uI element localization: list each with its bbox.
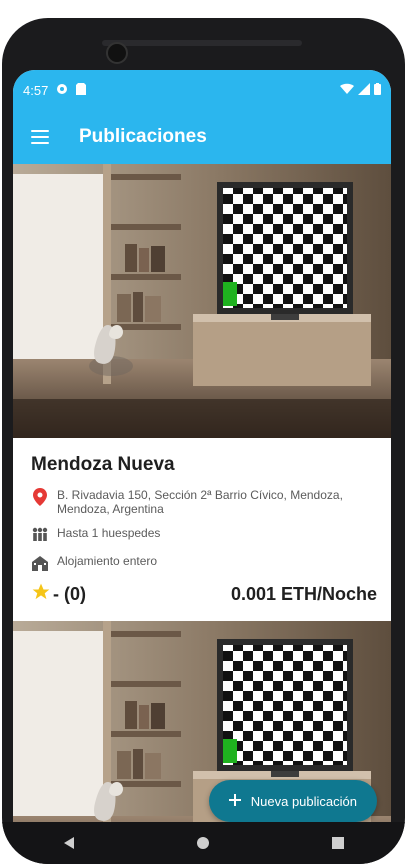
app-bar: Publicaciones [13,110,391,164]
address-row: B. Rivadavia 150, Sección 2ª Barrio Cívi… [31,488,377,516]
guests-row: Hasta 1 huespedes [31,526,377,544]
rating-text: - (0) [53,584,86,604]
wifi-icon [340,83,354,98]
property-type-text: Alojamiento entero [57,554,158,568]
signal-icon [358,82,370,98]
recent-apps-icon[interactable] [328,833,348,853]
front-camera [106,42,128,64]
property-row: Alojamiento entero [31,554,377,572]
new-listing-label: Nueva publicación [250,793,357,809]
status-left: 4:57 [23,82,87,98]
house-icon [31,554,49,572]
speaker-grill [102,40,302,46]
listing-info: Mendoza Nueva B. Rivadavia 150, Sección … [13,438,391,621]
listing-title: Mendoza Nueva [31,454,175,475]
listing-bottom-row: - (0) 0.001 ETH/Noche [31,582,377,607]
device-top [2,18,405,70]
new-listing-button[interactable]: Nueva publicación [208,780,377,822]
menu-icon[interactable] [31,130,49,144]
device-frame: 4:57 Publicaciones Mendoza Nueva B. Riva… [2,18,405,864]
star-icon [31,582,51,607]
status-right [340,82,381,98]
home-icon[interactable] [193,833,213,853]
people-icon [31,526,49,544]
status-bar: 4:57 [13,70,391,110]
listings-content: Mendoza Nueva B. Rivadavia 150, Sección … [13,164,391,840]
page-title: Publicaciones [79,126,207,147]
location-icon [31,488,49,506]
listing-card[interactable]: Mendoza Nueva B. Rivadavia 150, Sección … [13,164,391,621]
plus-icon [228,793,241,809]
status-time: 4:57 [23,82,49,98]
rating: - (0) [31,582,86,607]
address-text: B. Rivadavia 150, Sección 2ª Barrio Cívi… [57,488,343,516]
app-screen: 4:57 Publicaciones Mendoza Nueva B. Riva… [13,70,391,840]
guests-text: Hasta 1 huespedes [57,526,161,540]
back-icon[interactable] [59,833,79,853]
system-navigation-bar [2,822,405,864]
price: 0.001 ETH/Noche [230,584,377,604]
listing-image[interactable] [13,164,391,438]
battery-icon [374,82,381,98]
sd-card-icon [76,82,87,98]
notification-icon [56,83,68,98]
